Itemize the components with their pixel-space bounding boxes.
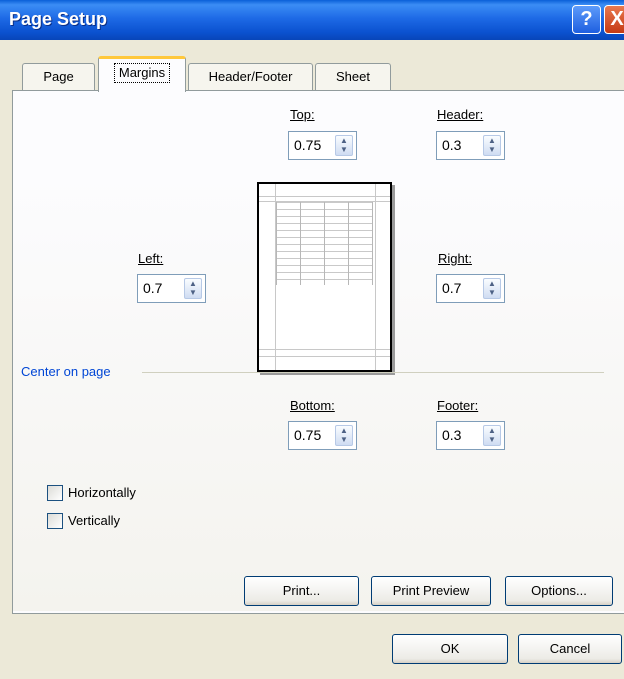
tab-header-footer-label: Header/Footer xyxy=(208,69,293,84)
right-margin-spinner[interactable]: 0.7 ▲ ▼ xyxy=(436,274,505,303)
right-margin-label: Right: xyxy=(438,251,472,266)
tab-sheet-label: Sheet xyxy=(336,69,370,84)
tab-page[interactable]: Page xyxy=(22,63,95,90)
section-divider xyxy=(142,372,604,373)
preview-footer-line xyxy=(259,356,390,357)
horizontally-label[interactable]: Horizontally xyxy=(68,485,136,500)
tab-sheet[interactable]: Sheet xyxy=(315,63,391,90)
vertically-checkbox[interactable] xyxy=(47,513,63,529)
help-icon: ? xyxy=(580,8,593,30)
options-button[interactable]: Options... xyxy=(505,576,613,606)
tab-page-label: Page xyxy=(43,69,74,84)
cancel-button[interactable]: Cancel xyxy=(518,634,622,664)
help-button[interactable]: ? xyxy=(572,5,601,34)
footer-margin-spinner[interactable]: 0.3 ▲ ▼ xyxy=(436,421,505,450)
spinner-arrows-icon[interactable]: ▲ ▼ xyxy=(483,425,501,446)
ok-button[interactable]: OK xyxy=(392,634,508,664)
footer-margin-label: Footer: xyxy=(437,398,479,413)
bottom-margin-label: Bottom: xyxy=(290,398,335,413)
vertically-label[interactable]: Vertically xyxy=(68,513,120,528)
close-icon: X xyxy=(610,8,624,30)
dialog-title: Page Setup xyxy=(9,9,108,29)
margins-panel: Top: 0.75 ▲ ▼ Header: 0.3 ▲ ▼ Left: 0.7 ▲ ▼ xyxy=(12,90,624,614)
page-setup-dialog: Page Setup ? X Page Margins Header/Foote… xyxy=(0,0,624,679)
bottom-margin-spinner[interactable]: 0.75 ▲ ▼ xyxy=(288,421,357,450)
spinner-arrows-icon[interactable]: ▲ ▼ xyxy=(184,278,202,299)
preview-right-line xyxy=(375,184,376,370)
header-margin-spinner[interactable]: 0.3 ▲ ▼ xyxy=(436,131,505,160)
horizontally-checkbox[interactable] xyxy=(47,485,63,501)
spinner-arrows-icon[interactable]: ▲ ▼ xyxy=(483,135,501,156)
page-preview xyxy=(257,182,392,372)
tab-header-footer[interactable]: Header/Footer xyxy=(188,63,313,90)
center-on-page-label: Center on page xyxy=(21,364,111,379)
close-button[interactable]: X xyxy=(604,5,624,34)
top-margin-label: Top: xyxy=(290,107,315,122)
left-margin-label: Left: xyxy=(138,251,164,266)
preview-header-line xyxy=(259,196,390,197)
footer-margin-value: 0.3 xyxy=(442,427,462,443)
tab-margins-label: Margins xyxy=(113,63,171,83)
spinner-arrows-icon[interactable]: ▲ ▼ xyxy=(483,278,501,299)
left-margin-spinner[interactable]: 0.7 ▲ ▼ xyxy=(137,274,206,303)
bottom-margin-value: 0.75 xyxy=(294,427,322,443)
preview-bottom-line xyxy=(259,349,390,350)
header-margin-value: 0.3 xyxy=(442,137,462,153)
header-margin-label: Header: xyxy=(437,107,484,122)
tab-margins[interactable]: Margins xyxy=(98,56,186,92)
spinner-arrows-icon[interactable]: ▲ ▼ xyxy=(335,135,353,156)
preview-cell-grid xyxy=(276,202,373,285)
title-bar[interactable]: Page Setup ? X xyxy=(0,0,624,40)
spinner-arrows-icon[interactable]: ▲ ▼ xyxy=(335,425,353,446)
top-margin-value: 0.75 xyxy=(294,137,322,153)
right-margin-value: 0.7 xyxy=(442,280,462,296)
print-preview-button[interactable]: Print Preview xyxy=(371,576,491,606)
top-margin-spinner[interactable]: 0.75 ▲ ▼ xyxy=(288,131,357,160)
left-margin-value: 0.7 xyxy=(143,280,163,296)
print-button[interactable]: Print... xyxy=(244,576,359,606)
